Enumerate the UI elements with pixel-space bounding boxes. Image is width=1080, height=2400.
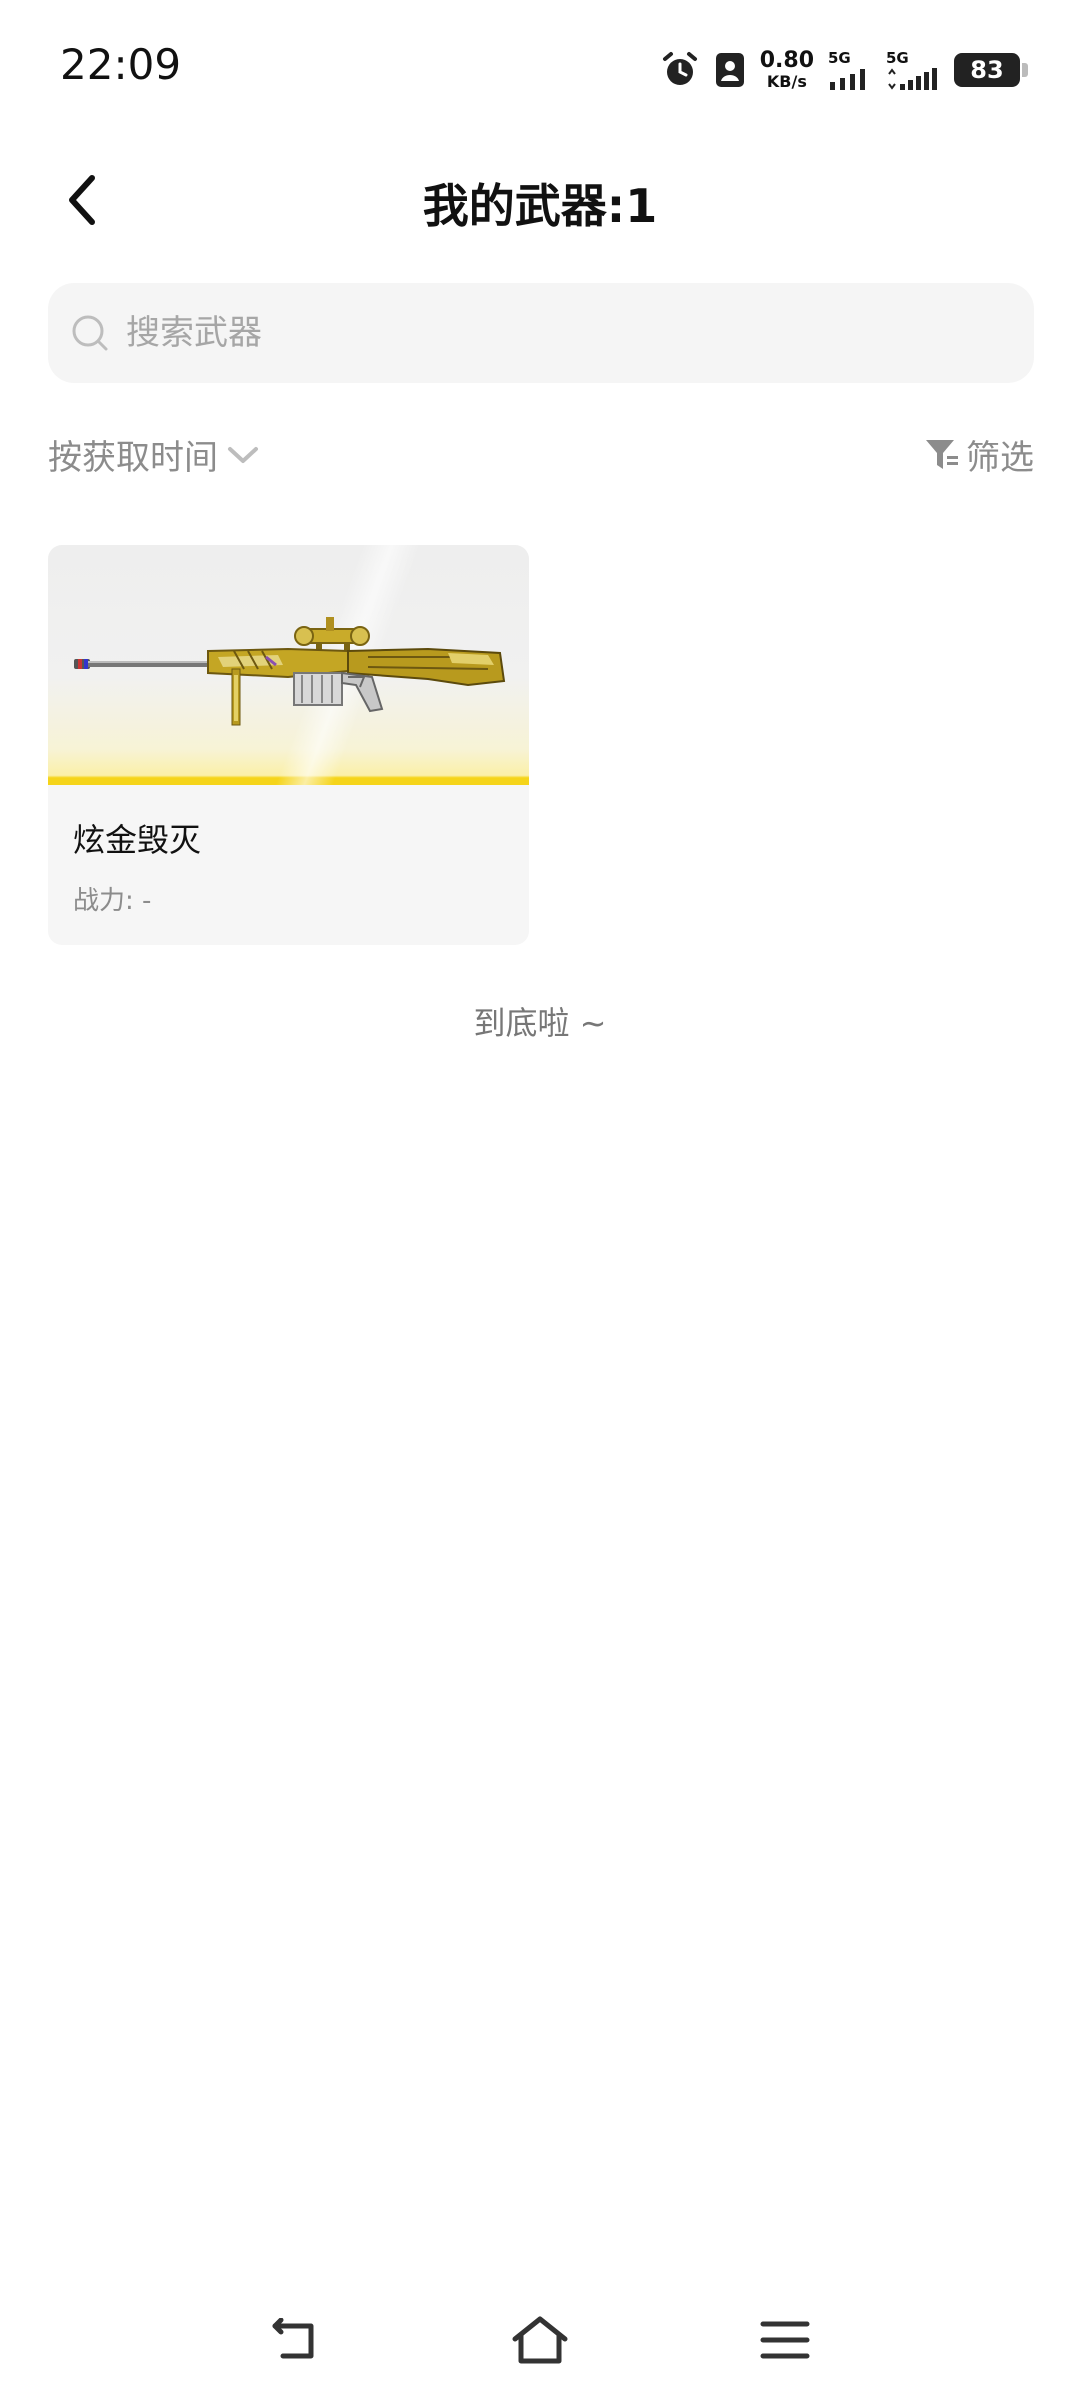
signal-bars-icon (888, 67, 937, 90)
sort-filter-row: 按获取时间 筛选 (48, 430, 1034, 490)
alarm-icon (660, 50, 700, 90)
list-end-text: 到底啦 ~ (473, 1004, 607, 1042)
network-speed-unit: KB/s (766, 72, 807, 91)
system-navigation-bar (0, 2300, 1080, 2380)
page-title: 我的武器:1 (422, 179, 658, 233)
filter-button[interactable]: 筛选 (924, 430, 1034, 479)
signal-bars-icon (830, 68, 865, 90)
status-time: 22:09 (60, 40, 182, 89)
chevron-down-icon (228, 446, 258, 463)
nav-back-button[interactable] (265, 2310, 325, 2370)
search-input[interactable] (124, 312, 1008, 354)
filter-label: 筛选 (966, 438, 1034, 478)
home-icon (512, 2316, 568, 2364)
weapon-image (48, 545, 529, 785)
search-bar[interactable] (48, 283, 1034, 383)
weapon-name: 炫金毁灭 (73, 821, 202, 859)
sim2-label: 5G (886, 48, 909, 67)
nav-menu-button[interactable] (755, 2310, 815, 2370)
menu-icon (760, 2321, 810, 2359)
header: 我的武器:1 (0, 150, 1080, 250)
status-bar: 22:09 0.80 KB/s 5G 5G 83 (0, 0, 1080, 140)
sort-label: 按获取时间 (48, 438, 218, 478)
search-icon (70, 313, 110, 353)
network-speed-value: 0.80 (759, 48, 814, 73)
battery-indicator: 83 (954, 53, 1028, 87)
contact-card-icon (714, 50, 746, 90)
network-speed: 0.80 KB/s (760, 50, 814, 90)
nav-back-icon (272, 2318, 314, 2359)
sort-dropdown[interactable]: 按获取时间 (48, 430, 260, 479)
filter-icon (926, 439, 958, 469)
signal-sim2: 5G (886, 48, 940, 90)
nav-home-button[interactable] (510, 2310, 570, 2370)
weapon-power: 战力: - (73, 886, 152, 916)
signal-sim1: 5G (828, 48, 872, 90)
sniper-rifle-image (74, 617, 506, 726)
weapon-card[interactable]: 炫金毁灭 战力: - (48, 545, 529, 945)
status-icons: 0.80 KB/s 5G 5G 83 (660, 44, 1028, 96)
sim1-label: 5G (828, 48, 851, 67)
